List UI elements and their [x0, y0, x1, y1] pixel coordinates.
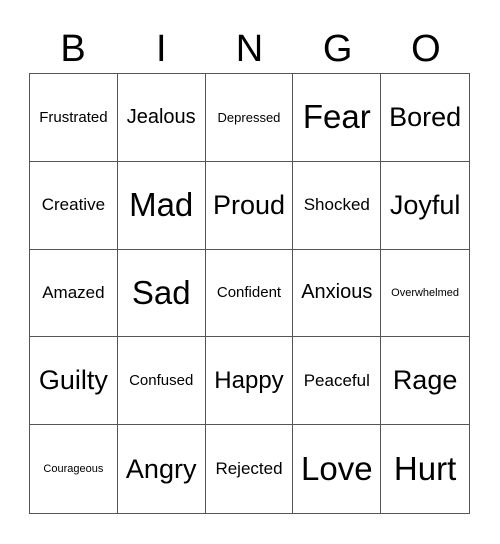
bingo-cell[interactable]: Sad — [117, 249, 206, 338]
bingo-cell[interactable]: Proud — [205, 161, 294, 250]
bingo-cell[interactable]: Shocked — [293, 161, 382, 250]
header-letter-i: I — [156, 28, 167, 70]
bingo-cell[interactable]: Love — [293, 425, 382, 513]
bingo-cell[interactable]: Guilty — [30, 337, 118, 426]
header-letter-o: O — [411, 28, 441, 70]
bingo-cell[interactable]: Rejected — [206, 425, 294, 513]
bingo-cell[interactable]: Bored — [381, 74, 469, 162]
bingo-cell[interactable]: Mad — [117, 161, 206, 250]
bingo-cell[interactable]: Frustrated — [30, 74, 118, 162]
header-letter-b: B — [60, 28, 86, 70]
bingo-cell[interactable]: Confident — [205, 249, 294, 338]
bingo-cell[interactable]: Anxious — [293, 249, 382, 338]
bingo-cell[interactable]: Peaceful — [293, 337, 382, 426]
header-letter-n: N — [235, 28, 264, 70]
bingo-cell[interactable]: Confused — [117, 337, 206, 426]
bingo-cell[interactable]: Amazed — [30, 249, 118, 338]
bingo-cell[interactable]: Joyful — [381, 162, 469, 250]
bingo-cell[interactable]: Creative — [30, 161, 118, 250]
bingo-cell[interactable]: Fear — [293, 74, 382, 162]
bingo-header: B I N G O — [29, 26, 470, 72]
bingo-cell[interactable]: Overwhelmed — [381, 250, 469, 338]
bingo-grid: Frustrated Jealous Depressed Fear Bored … — [29, 73, 470, 514]
bingo-cell[interactable]: Happy — [205, 337, 294, 426]
bingo-cell[interactable]: Rage — [381, 337, 469, 426]
header-letter-g: G — [322, 28, 353, 70]
bingo-cell[interactable]: Depressed — [205, 74, 294, 162]
bingo-cell[interactable]: Courageous — [30, 425, 118, 513]
bingo-cell[interactable]: Angry — [118, 425, 206, 513]
bingo-cell[interactable]: Jealous — [117, 74, 206, 162]
bingo-cell[interactable]: Hurt — [381, 425, 469, 513]
